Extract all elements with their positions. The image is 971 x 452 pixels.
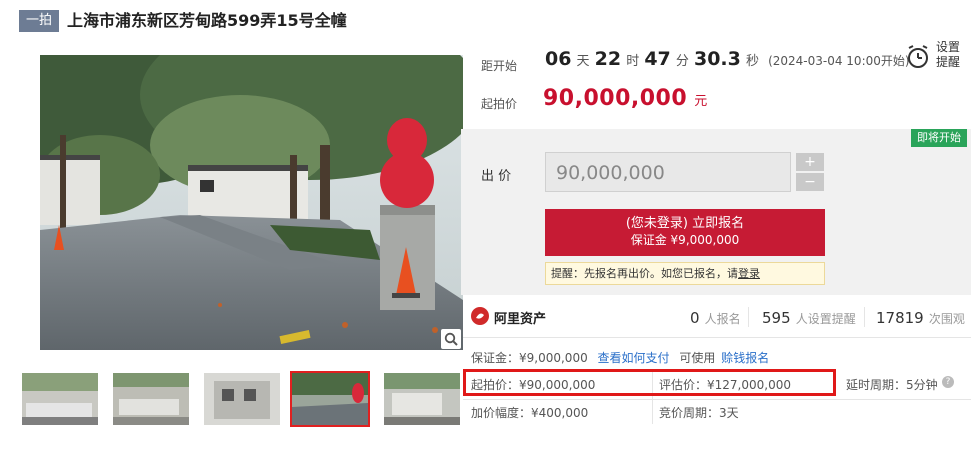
- deposit-row: 保证金：¥9,000,000 查看如何支付 可使用 赊钱报名: [471, 349, 769, 366]
- countdown-minutes: 47: [644, 48, 671, 70]
- auction-round-badge: 一拍: [19, 10, 59, 32]
- login-tip: 提醒：先报名再出价。如您已报名，请登录: [545, 262, 825, 285]
- info-row-divider: [463, 399, 971, 400]
- main-photo[interactable]: [40, 55, 463, 350]
- thumbnail-2[interactable]: [113, 373, 189, 425]
- increase-bid-button[interactable]: +: [796, 153, 824, 171]
- alarm-clock-icon: [908, 45, 928, 68]
- thumbnail-5[interactable]: [384, 373, 460, 425]
- view-label: 次围观: [928, 312, 965, 326]
- brand-mark-icon: [476, 313, 484, 319]
- register-button-main: (您未登录) 立即报名: [625, 216, 745, 231]
- section-divider: [463, 337, 971, 338]
- highlight-box: [463, 369, 836, 396]
- start-price: 90,000,000 元: [543, 86, 707, 111]
- reminder-count-label: 人设置提醒: [795, 312, 856, 326]
- street-scene-image: [40, 55, 463, 350]
- info-delay: 延时周期：5分钟: [846, 378, 938, 392]
- stat-divider: [864, 307, 865, 327]
- thumbnail-1[interactable]: [22, 373, 98, 425]
- view-count: 17819 次围观: [876, 308, 965, 327]
- countdown-timer: 06 天 22 时 47 分 30.3 秒 (2024-03-04 10:00开…: [545, 48, 910, 70]
- reminder-count: 595 人设置提醒: [762, 308, 856, 327]
- how-to-pay-link[interactable]: 查看如何支付: [598, 351, 670, 365]
- reminder-label-line1: 设置: [936, 40, 961, 54]
- minutes-unit: 分: [675, 54, 689, 69]
- ali-asset-logo: [471, 307, 489, 325]
- register-now-button[interactable]: (您未登录) 立即报名 保证金 ¥9,000,000: [545, 209, 825, 256]
- bid-amount-input[interactable]: 90,000,000: [545, 152, 791, 192]
- start-price-unit: 元: [694, 94, 708, 109]
- bid-label: 出 价: [481, 169, 512, 184]
- thumbnail-3[interactable]: [204, 373, 280, 425]
- register-button-deposit: 保证金 ¥9,000,000: [630, 233, 740, 247]
- reminder-label-line2: 提醒: [936, 55, 961, 69]
- stat-divider: [748, 307, 749, 327]
- info-increment: 加价幅度：¥400,000: [471, 406, 589, 420]
- days-unit: 天: [576, 54, 590, 69]
- view-number: 17819: [876, 309, 924, 327]
- countdown-days: 06: [545, 48, 572, 70]
- start-time-note: (2024-03-04 10:00开始): [768, 54, 910, 68]
- registered-count: 0 人报名: [690, 308, 741, 327]
- tip-text: 提醒：先报名再出价。如您已报名，请: [551, 267, 738, 280]
- credit-register-link[interactable]: 赊钱报名: [721, 351, 769, 365]
- decrease-bid-button[interactable]: −: [796, 173, 824, 191]
- question-icon[interactable]: ?: [942, 376, 954, 388]
- brand-name: 阿里资产: [494, 312, 547, 327]
- set-reminder-button[interactable]: 设置 提醒: [904, 40, 964, 74]
- login-link[interactable]: 登录: [738, 267, 760, 280]
- reminder-number: 595: [762, 309, 791, 327]
- deposit-text: 保证金：¥9,000,000: [471, 351, 588, 365]
- countdown-label: 距开始: [481, 59, 518, 73]
- registered-number: 0: [690, 309, 700, 327]
- countdown-seconds: 30.3: [693, 48, 741, 70]
- zoom-button[interactable]: [441, 329, 461, 349]
- countdown-hours: 22: [594, 48, 622, 70]
- magnifier-icon: [444, 332, 458, 346]
- hours-unit: 时: [626, 54, 640, 69]
- start-price-value: 90,000,000: [543, 86, 688, 111]
- thumbnail-4-selected[interactable]: [290, 371, 370, 427]
- page-title: 上海市浦东新区芳甸路599弄15号全幢: [67, 11, 347, 30]
- seconds-unit: 秒: [745, 54, 759, 69]
- info-bid-cycle: 竞价周期：3天: [659, 406, 739, 420]
- start-price-label: 起拍价: [481, 97, 518, 111]
- usable-text: 可使用: [679, 351, 716, 365]
- registered-label: 人报名: [704, 312, 741, 326]
- status-badge: 即将开始: [911, 129, 967, 147]
- reminder-label: 设置 提醒: [936, 40, 960, 70]
